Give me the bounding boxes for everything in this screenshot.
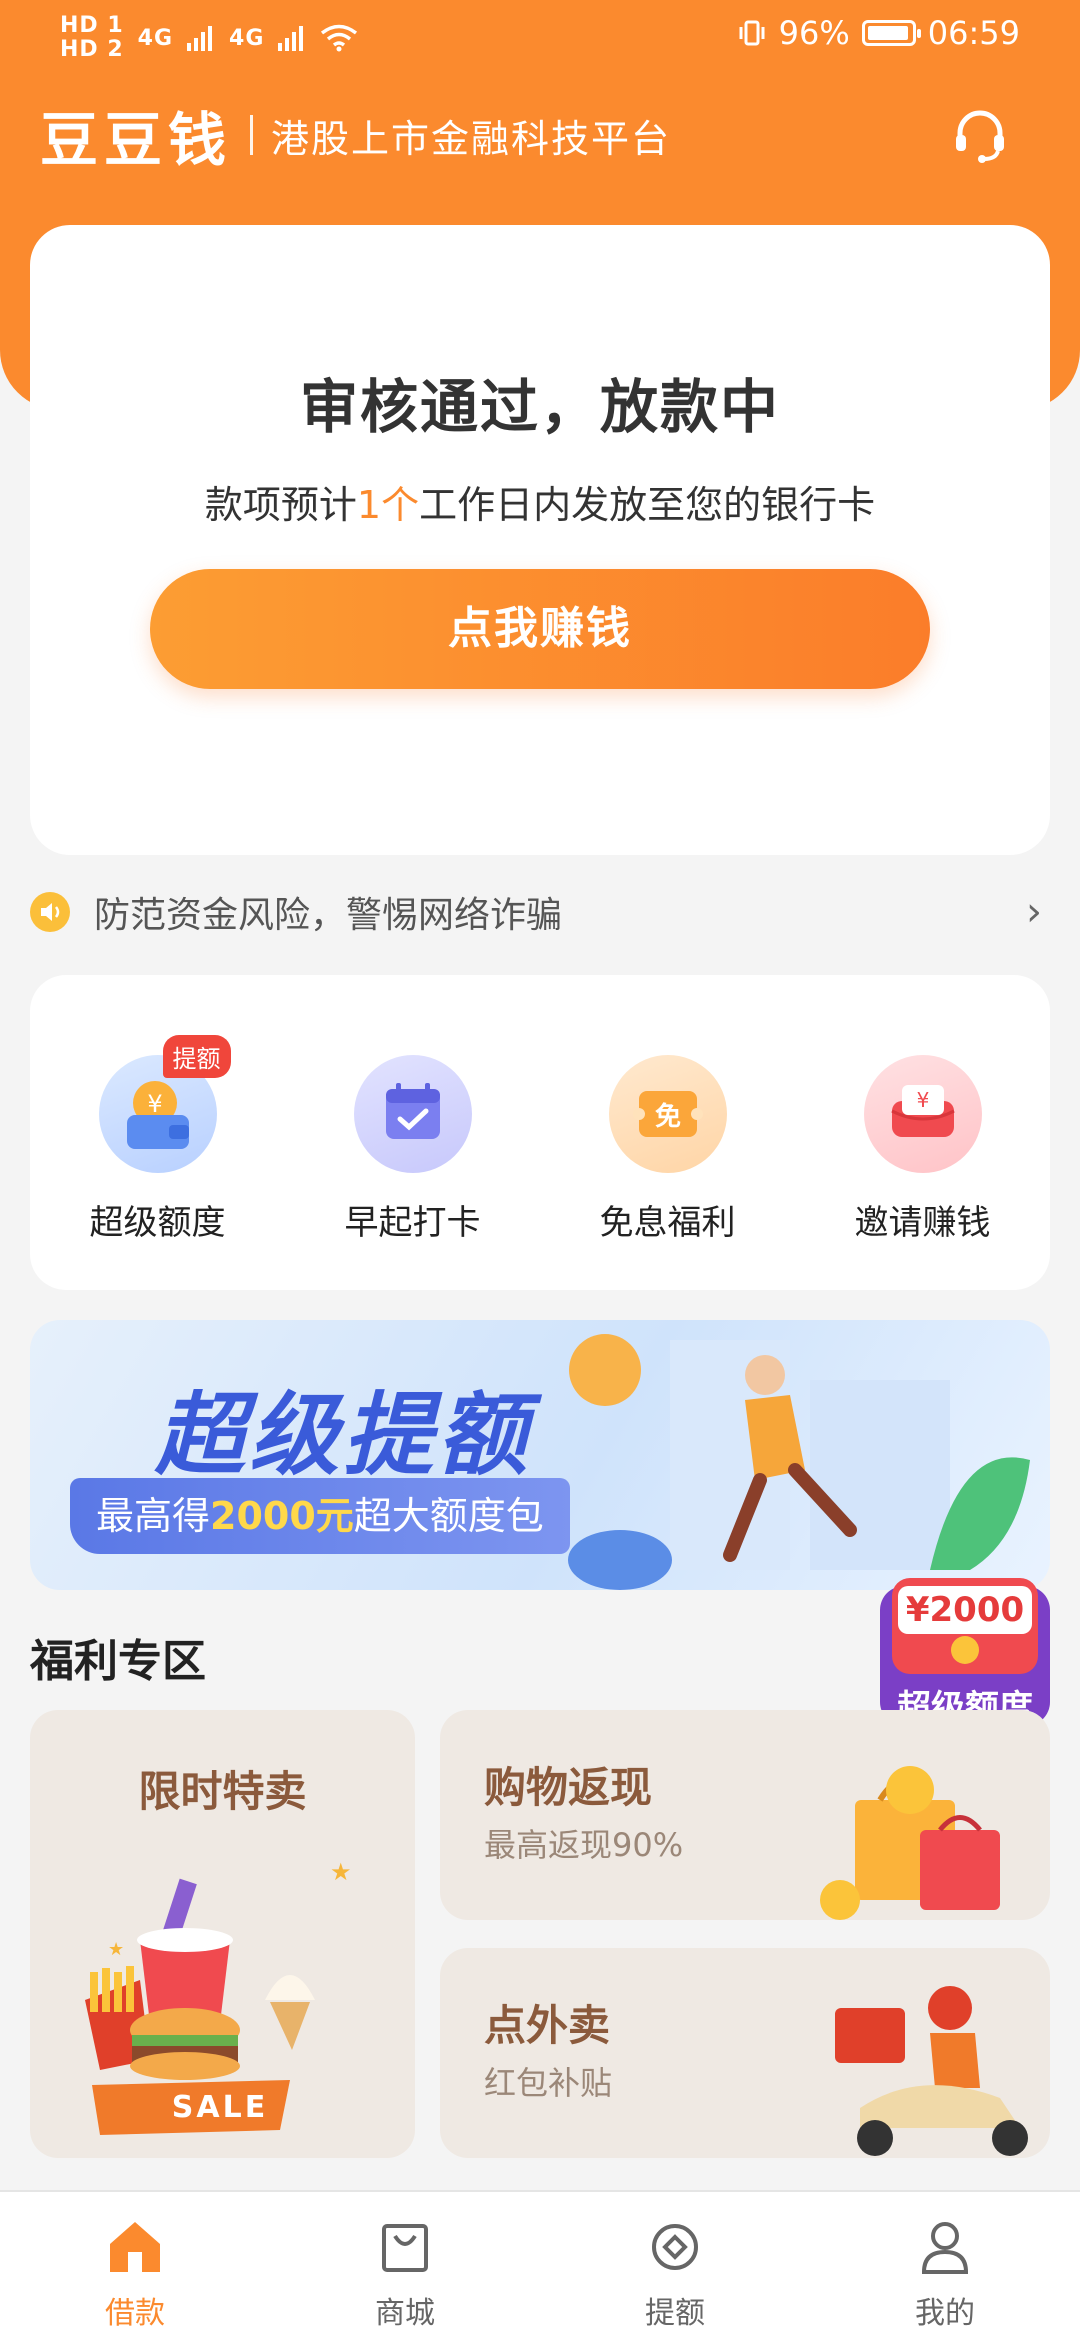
- tab-borrow[interactable]: 借款: [0, 2192, 270, 2332]
- clock: 06:59: [927, 14, 1020, 52]
- tab-label: 借款: [105, 2296, 165, 2331]
- shopping-cashback-tile[interactable]: 购物返现 最高返现90%: [440, 1710, 1050, 1920]
- strip-suffix: 超大额度包: [353, 1494, 544, 1538]
- chevron-right-icon: ›: [1026, 889, 1042, 935]
- super-boost-banner[interactable]: 超级提额 最高得2000元超大额度包: [30, 1320, 1050, 1590]
- battery-icon: [861, 20, 921, 46]
- strip-amount: 2000元: [210, 1494, 354, 1538]
- status-bar: HD 1 HD 2 4G 4G 96% 06:59: [0, 0, 1080, 70]
- network-1-label: 4G: [137, 25, 174, 51]
- svg-text:¥: ¥: [147, 1090, 162, 1118]
- notice-text: 防范资金风险，警惕网络诈骗: [94, 895, 563, 936]
- shopping-bag-icon: [370, 2212, 440, 2282]
- tab-label: 提额: [645, 2296, 705, 2331]
- quick-action-checkin[interactable]: 早起打卡: [285, 1055, 540, 1244]
- sim2-label: HD 2: [60, 37, 124, 62]
- flash-sale-tile[interactable]: 限时特卖 ★ ★ SALE: [30, 1710, 415, 2158]
- target-icon: [640, 2212, 710, 2282]
- wifi-icon: [321, 24, 358, 52]
- wallet-coin-icon: ¥ 提额: [98, 1035, 231, 1173]
- signal-bars-icon: [187, 26, 213, 51]
- quick-action-label: 超级额度: [89, 1203, 226, 1243]
- calendar-check-icon: [353, 1055, 472, 1173]
- quick-action-invite[interactable]: ¥ 邀请赚钱: [795, 1055, 1050, 1244]
- sim1-label: HD 1: [60, 13, 124, 38]
- banner-title: 超级提额: [155, 1383, 531, 1488]
- boost-badge: 提额: [162, 1035, 231, 1078]
- tab-mine[interactable]: 我的: [810, 2192, 1080, 2332]
- tab-label: 商城: [375, 2296, 435, 2331]
- food-delivery-tile[interactable]: 点外卖 红包补贴: [440, 1948, 1050, 2158]
- tab-boost[interactable]: 提额: [540, 2192, 810, 2332]
- delivery-scooter-illustration: [835, 1986, 1028, 2156]
- network-2-label: 4G: [229, 25, 265, 51]
- speaker-icon: [30, 892, 70, 932]
- tab-mall[interactable]: 商城: [270, 2192, 540, 2332]
- tab-label: 我的: [915, 2296, 975, 2331]
- quick-action-label: 早起打卡: [344, 1203, 481, 1243]
- red-envelope-icon: ¥: [863, 1055, 982, 1173]
- fraud-notice[interactable]: 防范资金风险，警惕网络诈骗 ›: [30, 882, 1050, 942]
- welfare-section-title: 福利专区: [30, 1636, 206, 1687]
- quick-action-label: 免息福利: [599, 1203, 736, 1243]
- sim-labels: HD 1 HD 2: [60, 14, 124, 62]
- quick-action-super-quota[interactable]: ¥ 提额 超级额度: [30, 1035, 285, 1244]
- headset-icon[interactable]: [948, 103, 1012, 167]
- float-badge-amount: ¥2000: [898, 1586, 1032, 1634]
- loan-status-card: 审核通过，放款中 款项预计1个工作日内发放至您的银行卡 点我赚钱: [30, 225, 1050, 855]
- sale-label: SALE: [171, 2090, 269, 2125]
- status-left: HD 1 HD 2 4G 4G: [60, 14, 358, 62]
- svg-text:★: ★: [330, 1858, 352, 1886]
- battery-fill: [867, 26, 909, 40]
- coupon-free-icon: 免: [608, 1055, 727, 1173]
- strip-prefix: 最高得: [96, 1494, 211, 1538]
- home-icon: [100, 2212, 170, 2282]
- bottom-tab-bar: 借款 商城 提额 我的: [0, 2190, 1080, 2342]
- loan-status-desc: 款项预计1个工作日内发放至您的银行卡: [30, 474, 1050, 529]
- quick-actions-card: ¥ 提额 超级额度 早起打卡 免 免息福利 ¥ 邀请赚钱: [30, 975, 1050, 1290]
- battery-percent: 96%: [778, 14, 850, 52]
- svg-text:★: ★: [108, 1939, 124, 1960]
- quick-action-interest-free[interactable]: 免 免息福利: [540, 1055, 795, 1244]
- signal-bars-icon: [278, 26, 304, 51]
- user-icon: [910, 2212, 980, 2282]
- app-logo: 豆豆钱: [40, 106, 233, 174]
- app-header: 豆豆钱 港股上市金融科技平台: [40, 95, 1040, 175]
- desc-prefix: 款项预计: [204, 483, 357, 527]
- status-right: 96% 06:59: [737, 14, 1020, 52]
- quick-action-label: 邀请赚钱: [854, 1203, 991, 1243]
- svg-text:¥: ¥: [916, 1088, 929, 1112]
- header-divider: [250, 115, 254, 155]
- shopping-bags-illustration: [820, 1766, 1000, 1920]
- loan-status-title: 审核通过，放款中: [299, 373, 780, 441]
- svg-text:免: 免: [654, 1101, 680, 1132]
- banner-subtitle: 最高得2000元超大额度包: [70, 1478, 570, 1554]
- earn-money-button[interactable]: 点我赚钱: [150, 569, 930, 689]
- desc-highlight: 1个: [356, 483, 420, 527]
- vibrate-icon: [739, 20, 765, 46]
- app-slogan: 港股上市金融科技平台: [271, 116, 672, 161]
- desc-suffix: 工作日内发放至您的银行卡: [419, 483, 876, 527]
